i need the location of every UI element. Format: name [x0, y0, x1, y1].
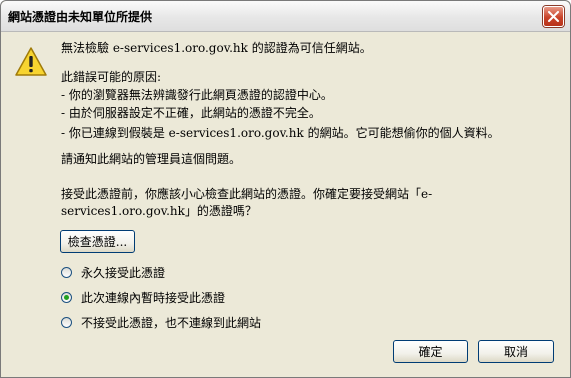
examine-certificate-button[interactable]: 檢查憑證...	[60, 230, 135, 253]
option-accept-session[interactable]: 此次連線內暫時接受此憑證	[61, 288, 225, 306]
possible-causes-heading: 此錯誤可能的原因:	[61, 70, 162, 84]
cause-item-2: - 由於伺服器設定不正確，此網站的憑證不完全。	[61, 106, 321, 120]
title-bar: 網站憑證由未知單位所提供	[1, 1, 570, 32]
option-label: 永久接受此憑證	[81, 265, 166, 280]
option-reject[interactable]: 不接受此憑證，也不連線到此網站	[61, 313, 261, 331]
dialog-title: 網站憑證由未知單位所提供	[8, 10, 153, 24]
radio-accept-permanently[interactable]	[61, 266, 72, 278]
radio-accept-session[interactable]	[61, 291, 72, 303]
radio-reject[interactable]	[61, 316, 72, 328]
cannot-verify-text: 無法檢驗 e-services1.oro.gov.hk 的認證為可信任網站。	[61, 41, 372, 55]
option-label: 不接受此憑證，也不連線到此網站	[81, 315, 262, 330]
cause-item-3: - 你已連線到假裝是 e-services1.oro.gov.hk 的網站。它可…	[61, 126, 500, 140]
dialog-body: 無法檢驗 e-services1.oro.gov.hk 的認證為可信任網站。 此…	[1, 32, 570, 377]
confirm-question: 接受此憑證前，你應該小心檢查此網站的憑證。你確定要接受網站「e-services…	[61, 187, 433, 218]
certificate-dialog: 網站憑證由未知單位所提供 無法檢驗 e-services1.oro.gov.hk…	[0, 0, 571, 378]
ok-button[interactable]: 確定	[393, 340, 468, 363]
notify-admin-text: 請通知此網站的管理員這個問題。	[61, 152, 242, 166]
option-accept-permanently[interactable]: 永久接受此憑證	[61, 263, 165, 281]
close-icon	[548, 11, 559, 22]
radio-selected-dot	[64, 294, 69, 300]
cancel-button[interactable]: 取消	[478, 340, 554, 363]
option-label: 此次連線內暫時接受此憑證	[81, 290, 226, 305]
cause-item-1: - 你的瀏覽器無法辨識發行此網頁憑證的認證中心。	[61, 88, 333, 102]
close-button[interactable]	[543, 6, 564, 27]
warning-icon	[15, 47, 47, 76]
